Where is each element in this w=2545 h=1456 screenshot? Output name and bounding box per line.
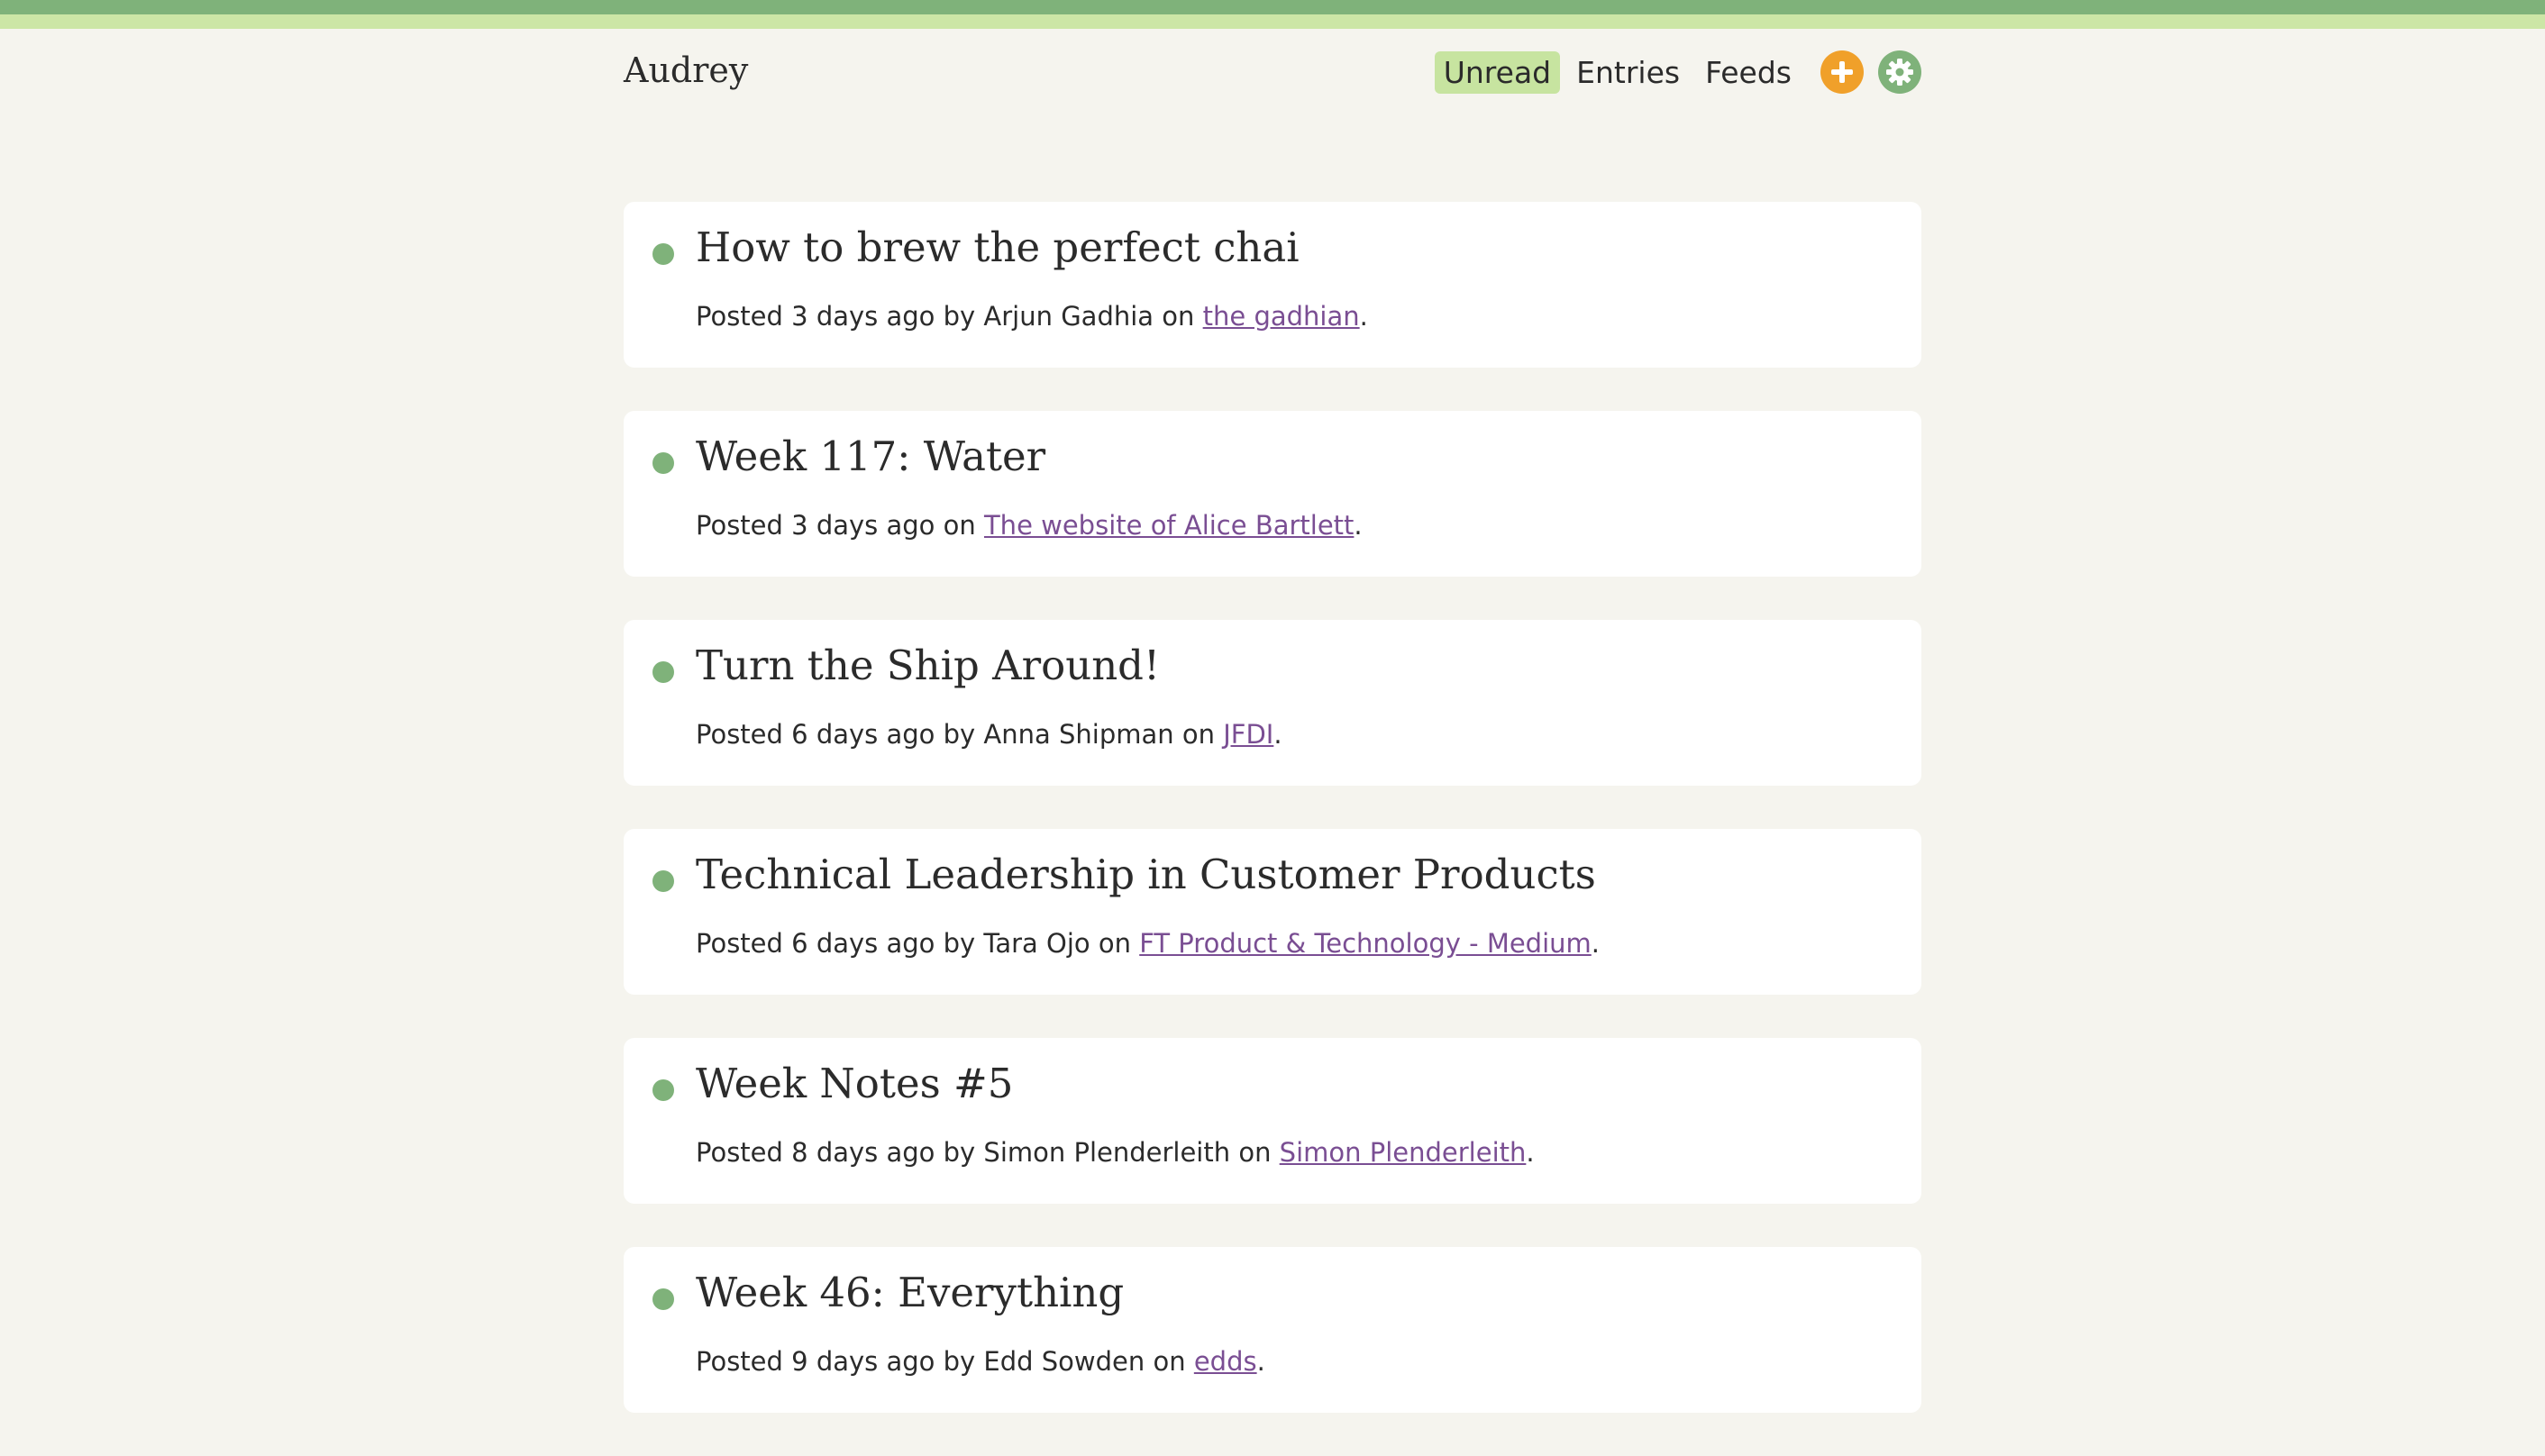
entry-card[interactable]: How to brew the perfect chai Posted 3 day… (624, 202, 1921, 368)
entry-meta-end: . (1526, 1137, 1535, 1168)
feed-link[interactable]: The website of Alice Bartlett (984, 510, 1354, 541)
entry-card[interactable]: Turn the Ship Around! Posted 6 days ago b… (624, 620, 1921, 786)
feed-link[interactable]: the gadhian (1203, 301, 1360, 332)
entry-card[interactable]: Technical Leadership in Customer Product… (624, 829, 1921, 995)
entry-posted-text: Posted 9 days ago by Edd Sowden on (696, 1346, 1194, 1377)
entry-meta: Posted 6 days ago by Tara Ojo on FT Prod… (696, 928, 1600, 959)
unread-indicator-icon (652, 1079, 674, 1101)
entry-meta: Posted 9 days ago by Edd Sowden on edds. (696, 1346, 1265, 1377)
entry-meta: Posted 3 days ago on The website of Alic… (696, 510, 1363, 541)
entry-title[interactable]: How to brew the perfect chai (696, 223, 1300, 271)
brand-logo[interactable]: Audrey (624, 50, 748, 90)
header: Audrey Unread Entries Feeds (624, 47, 1921, 97)
entry-meta: Posted 6 days ago by Anna Shipman on JFD… (696, 719, 1282, 750)
entry-posted-text: Posted 6 days ago by Tara Ojo on (696, 928, 1140, 959)
gear-icon (1886, 59, 1913, 86)
entry-title[interactable]: Week Notes #5 (696, 1060, 1013, 1107)
feed-link[interactable]: FT Product & Technology - Medium (1139, 928, 1592, 959)
plus-icon (1831, 61, 1853, 83)
nav-unread[interactable]: Unread (1434, 50, 1561, 94)
unread-indicator-icon (652, 452, 674, 474)
settings-button[interactable] (1878, 50, 1921, 94)
top-accent-bar-light (0, 14, 2545, 29)
unread-indicator-icon (652, 870, 674, 892)
nav-feeds[interactable]: Feeds (1696, 51, 1801, 94)
unread-indicator-icon (652, 1288, 674, 1310)
entry-title[interactable]: Turn the Ship Around! (696, 642, 1160, 689)
entry-card[interactable]: Week 117: Water Posted 3 days ago on The … (624, 411, 1921, 577)
entry-card[interactable]: Week Notes #5 Posted 8 days ago by Simon … (624, 1038, 1921, 1204)
entry-posted-text: Posted 6 days ago by Anna Shipman on (696, 719, 1224, 750)
entry-meta: Posted 3 days ago by Arjun Gadhia on the… (696, 301, 1368, 332)
entry-posted-text: Posted 3 days ago on (696, 510, 984, 541)
feed-link[interactable]: Simon Plenderleith (1280, 1137, 1527, 1168)
entry-list: How to brew the perfect chai Posted 3 day… (624, 202, 1921, 1456)
entry-card[interactable]: Week 46: Everything Posted 9 days ago by … (624, 1247, 1921, 1413)
add-feed-button[interactable] (1820, 50, 1864, 94)
entry-meta-end: . (1256, 1346, 1265, 1377)
nav-entries[interactable]: Entries (1567, 51, 1689, 94)
top-accent-bar (0, 0, 2545, 14)
entry-posted-text: Posted 3 days ago by Arjun Gadhia on (696, 301, 1203, 332)
main-nav: Unread Entries Feeds (1428, 47, 1921, 97)
entry-meta-end: . (1359, 301, 1368, 332)
entry-posted-text: Posted 8 days ago by Simon Plenderleith … (696, 1137, 1280, 1168)
entry-title[interactable]: Week 46: Everything (696, 1269, 1124, 1316)
entry-meta-end: . (1354, 510, 1363, 541)
entry-title[interactable]: Technical Leadership in Customer Product… (696, 851, 1596, 898)
feed-link[interactable]: JFDI (1223, 719, 1273, 750)
entry-meta-end: . (1273, 719, 1282, 750)
unread-indicator-icon (652, 243, 674, 265)
entry-title[interactable]: Week 117: Water (696, 432, 1045, 480)
entry-meta: Posted 8 days ago by Simon Plenderleith … (696, 1137, 1535, 1168)
feed-link[interactable]: edds (1194, 1346, 1257, 1377)
entry-meta-end: . (1591, 928, 1600, 959)
unread-indicator-icon (652, 661, 674, 683)
